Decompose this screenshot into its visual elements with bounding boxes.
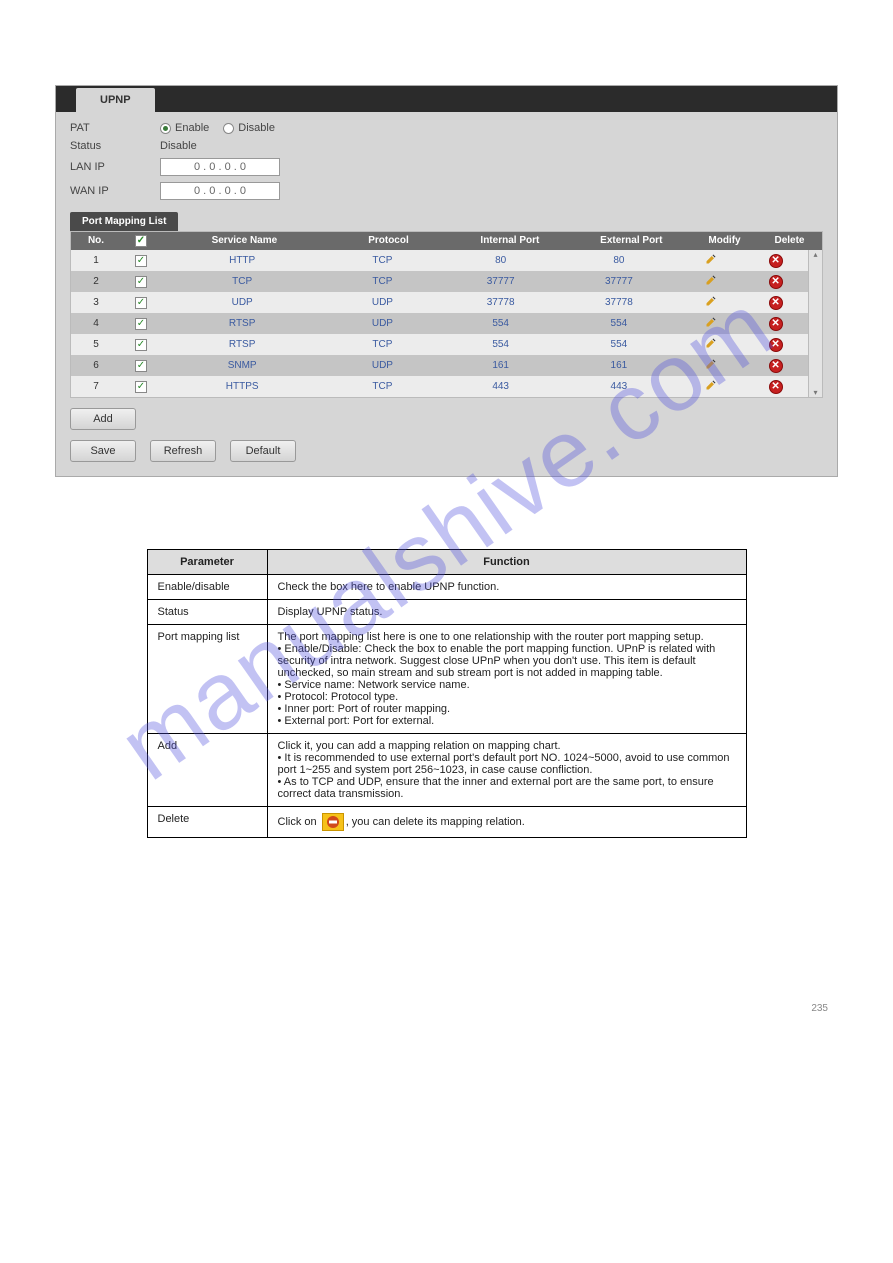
pencil-icon[interactable] — [705, 316, 717, 328]
row-check[interactable] — [135, 255, 147, 267]
table-row: 5RTSPTCP554554✕ — [71, 334, 808, 355]
row-check[interactable] — [135, 381, 147, 393]
radio-unselected-icon — [223, 123, 234, 134]
pencil-icon[interactable] — [705, 253, 717, 265]
radio-selected-icon — [160, 123, 171, 134]
delete-icon[interactable]: ✕ — [769, 338, 783, 352]
sheet-row: Port mapping listThe port mapping list h… — [147, 625, 746, 734]
delete-icon[interactable]: ✕ — [769, 359, 783, 373]
table-row: 6SNMPUDP161161✕ — [71, 355, 808, 376]
sheet-row: Enable/disableCheck the box here to enab… — [147, 575, 746, 600]
body-paragraph: The SNMP allows the communication betwee… — [115, 909, 838, 963]
sheet-intro: Please refer to the following sheet for … — [55, 527, 838, 541]
disable-label: Disable — [238, 122, 275, 134]
body-paragraph: The SNMP interface is shown as in Figure… — [115, 887, 838, 905]
pat-label: PAT — [70, 122, 160, 134]
figure-caption: Figure 5-54 — [55, 489, 838, 501]
row-check[interactable] — [135, 297, 147, 309]
wan-ip-input[interactable]: 0 . 0 . 0 . 0 — [160, 182, 280, 200]
pat-radio-group: Enable Disable — [160, 122, 275, 134]
table-header: No. Service Name Protocol Internal Port … — [71, 232, 822, 250]
status-value: Disable — [160, 140, 197, 152]
port-mapping-table: No. Service Name Protocol Internal Port … — [70, 231, 823, 398]
pencil-icon[interactable] — [705, 337, 717, 349]
sheet-row: DeleteClick on , you can delete its mapp… — [147, 807, 746, 838]
lan-ip-input[interactable]: 0 . 0 . 0 . 0 — [160, 158, 280, 176]
col-modify: Modify — [692, 232, 757, 250]
row-check[interactable] — [135, 360, 147, 372]
sheet-head-param: Parameter — [147, 550, 267, 575]
delete-icon[interactable]: ✕ — [769, 296, 783, 310]
scroll-down-icon[interactable]: ▾ — [813, 388, 817, 397]
parameter-sheet: ParameterFunction Enable/disableCheck th… — [147, 549, 747, 838]
port-mapping-tab[interactable]: Port Mapping List — [70, 212, 178, 231]
row-check[interactable] — [135, 339, 147, 351]
col-service: Service Name — [161, 232, 328, 250]
page-number: 235 — [55, 1003, 838, 1014]
table-row: 2TCPTCP3777737777✕ — [71, 271, 808, 292]
col-protocol: Protocol — [328, 232, 449, 250]
col-external: External Port — [571, 232, 692, 250]
col-check — [121, 232, 161, 250]
col-delete: Delete — [757, 232, 822, 250]
minus-icon — [322, 813, 344, 831]
enable-label: Enable — [175, 122, 209, 134]
tab-bar: UPNP — [56, 86, 837, 112]
wan-ip-label: WAN IP — [70, 185, 160, 197]
upnp-panel: UPNP PAT Enable Disable Status Disable L… — [55, 85, 838, 477]
sheet-head-func: Function — [267, 550, 746, 575]
delete-icon[interactable]: ✕ — [769, 254, 783, 268]
status-label: Status — [70, 140, 160, 152]
upnp-tab[interactable]: UPNP — [76, 88, 155, 112]
check-all[interactable] — [135, 235, 147, 247]
table-row: 7HTTPSTCP443443✕ — [71, 376, 808, 397]
table-row: 1HTTPTCP8080✕ — [71, 250, 808, 271]
pencil-icon[interactable] — [705, 358, 717, 370]
col-no: No. — [71, 232, 121, 250]
lan-ip-label: LAN IP — [70, 161, 160, 173]
default-button[interactable]: Default — [230, 440, 296, 462]
save-button[interactable]: Save — [70, 440, 136, 462]
scroll-up-icon[interactable]: ▴ — [813, 250, 817, 259]
sheet-row: AddClick it, you can add a mapping relat… — [147, 734, 746, 807]
pat-disable-radio[interactable]: Disable — [223, 122, 275, 134]
scrollbar[interactable]: ▴▾ — [808, 250, 822, 397]
table-row: 4RTSPUDP554554✕ — [71, 313, 808, 334]
delete-icon[interactable]: ✕ — [769, 275, 783, 289]
delete-icon[interactable]: ✕ — [769, 380, 783, 394]
table-body: 1HTTPTCP8080✕ 2TCPTCP3777737777✕ 3UDPUDP… — [71, 250, 808, 397]
col-internal: Internal Port — [449, 232, 570, 250]
refresh-button[interactable]: Refresh — [150, 440, 216, 462]
section-title: 5.8.2.10 SNMP — [115, 858, 838, 879]
pat-enable-radio[interactable]: Enable — [160, 122, 209, 134]
add-button[interactable]: Add — [70, 408, 136, 430]
row-check[interactable] — [135, 276, 147, 288]
pencil-icon[interactable] — [705, 274, 717, 286]
pencil-icon[interactable] — [705, 379, 717, 391]
row-check[interactable] — [135, 318, 147, 330]
pencil-icon[interactable] — [705, 295, 717, 307]
delete-icon[interactable]: ✕ — [769, 317, 783, 331]
table-row: 3UDPUDP3777837778✕ — [71, 292, 808, 313]
sheet-row: StatusDisplay UPNP status. — [147, 600, 746, 625]
